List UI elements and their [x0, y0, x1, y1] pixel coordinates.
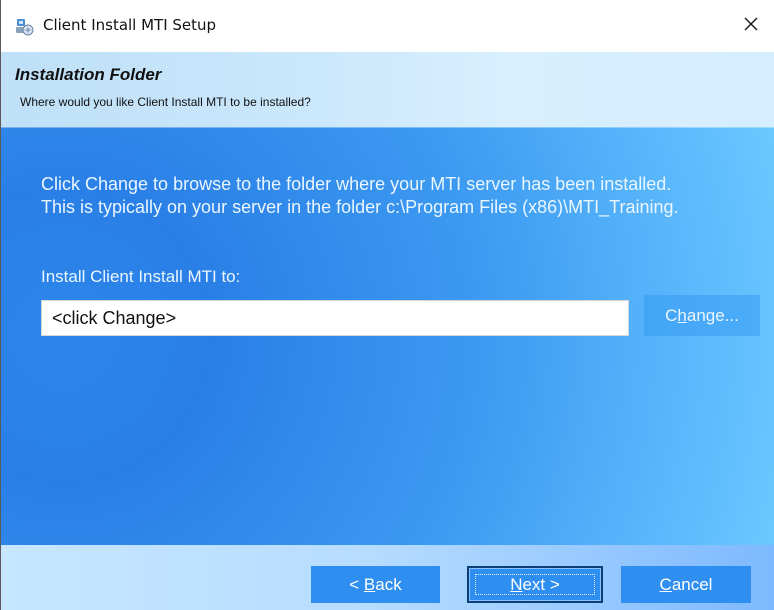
change-button-label: Change... — [665, 305, 739, 325]
close-button[interactable] — [728, 0, 774, 52]
cancel-button[interactable]: Cancel — [621, 566, 751, 603]
content-panel: Click Change to browse to the folder whe… — [1, 127, 774, 545]
next-button-label: Next > — [510, 574, 560, 594]
instruction-text: Click Change to browse to the folder whe… — [41, 173, 679, 219]
setup-window: Client Install MTI Setup Installation Fo… — [0, 0, 774, 610]
wizard-footer: < Back Next > Cancel — [1, 545, 774, 610]
close-icon — [743, 16, 759, 37]
page-title: Installation Folder — [15, 65, 162, 84]
next-button[interactable]: Next > — [467, 566, 603, 603]
window-title: Client Install MTI Setup — [43, 16, 217, 34]
install-location-label: Install Client Install MTI to: — [41, 267, 241, 286]
header-banner: Installation Folder Where would you like… — [1, 52, 774, 127]
back-button[interactable]: < Back — [311, 566, 440, 603]
page-subtitle: Where would you like Client Install MTI … — [20, 95, 311, 109]
change-button[interactable]: Change... — [644, 295, 760, 336]
instruction-line: Click Change to browse to the folder whe… — [41, 174, 672, 194]
back-button-label: < Back — [349, 574, 402, 594]
instruction-line: This is typically on your server in the … — [41, 197, 679, 217]
install-path-field[interactable]: <click Change> — [41, 300, 629, 336]
install-path-value: <click Change> — [52, 307, 177, 328]
installer-icon — [15, 17, 35, 37]
title-bar[interactable]: Client Install MTI Setup — [1, 0, 774, 52]
cancel-button-label: Cancel — [659, 574, 713, 594]
